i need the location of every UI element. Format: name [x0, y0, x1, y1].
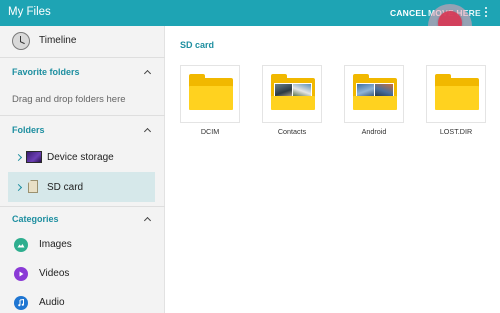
- favorite-folders-header[interactable]: Favorite folders: [0, 58, 165, 84]
- folder-name: Contacts: [277, 127, 307, 136]
- sidebar-item-label: Videos: [39, 268, 70, 279]
- app-title: My Files: [8, 6, 51, 18]
- section-title: Favorite folders: [12, 67, 80, 77]
- folder-name: LOST.DIR: [439, 127, 473, 136]
- folder-thumbnail: [426, 65, 486, 123]
- cancel-button[interactable]: CANCEL: [390, 8, 427, 18]
- folder-icon: [353, 74, 397, 110]
- favorites-drop-hint: Drag and drop folders here: [12, 94, 126, 105]
- sidebar-item-timeline[interactable]: Timeline: [0, 26, 165, 56]
- chevron-right-icon[interactable]: [16, 183, 23, 191]
- sidebar-item-audio[interactable]: Audio: [0, 289, 165, 313]
- folder-icon: [435, 74, 479, 110]
- breadcrumb[interactable]: SD card: [180, 40, 214, 50]
- sidebar-item-videos[interactable]: Videos: [0, 260, 165, 288]
- main-content: SD card DCIM Contacts Android LOST.DIR: [166, 26, 500, 313]
- categories-header[interactable]: Categories: [0, 207, 165, 231]
- chevron-up-icon[interactable]: [143, 215, 150, 222]
- sidebar: Timeline Favorite folders Drag and drop …: [0, 26, 165, 313]
- audio-icon: [14, 296, 28, 310]
- section-title: Categories: [12, 214, 59, 224]
- sidebar-item-label: Timeline: [39, 35, 77, 46]
- folder-thumbnail: [344, 65, 404, 123]
- clock-icon: [12, 32, 30, 50]
- more-options-icon[interactable]: [484, 7, 488, 19]
- sidebar-item-label: Device storage: [47, 152, 114, 163]
- folder-icon: [189, 74, 233, 110]
- app-bar: My Files CANCEL MOVE HERE: [0, 0, 500, 48]
- folder-name: Android: [361, 127, 387, 136]
- sidebar-item-label: Audio: [39, 297, 65, 308]
- device-storage-icon: [26, 151, 42, 163]
- sd-card-icon: [28, 180, 38, 193]
- folder-thumbnail: [262, 65, 322, 123]
- sidebar-item-images[interactable]: Images: [0, 231, 165, 259]
- folder-name: DCIM: [200, 127, 220, 136]
- chevron-up-icon[interactable]: [143, 126, 150, 133]
- sidebar-item-device-storage[interactable]: Device storage: [0, 142, 165, 172]
- sidebar-item-sd-card[interactable]: SD card: [0, 172, 165, 202]
- folders-header[interactable]: Folders: [0, 116, 165, 142]
- section-title: Folders: [12, 125, 45, 135]
- videos-icon: [14, 267, 28, 281]
- folder-thumbnail: [180, 65, 240, 123]
- chevron-right-icon[interactable]: [16, 153, 23, 161]
- sidebar-item-label: Images: [39, 239, 72, 250]
- folder-icon: [271, 74, 315, 110]
- images-icon: [14, 238, 28, 252]
- chevron-up-icon[interactable]: [143, 68, 150, 75]
- sidebar-item-label: SD card: [47, 182, 84, 193]
